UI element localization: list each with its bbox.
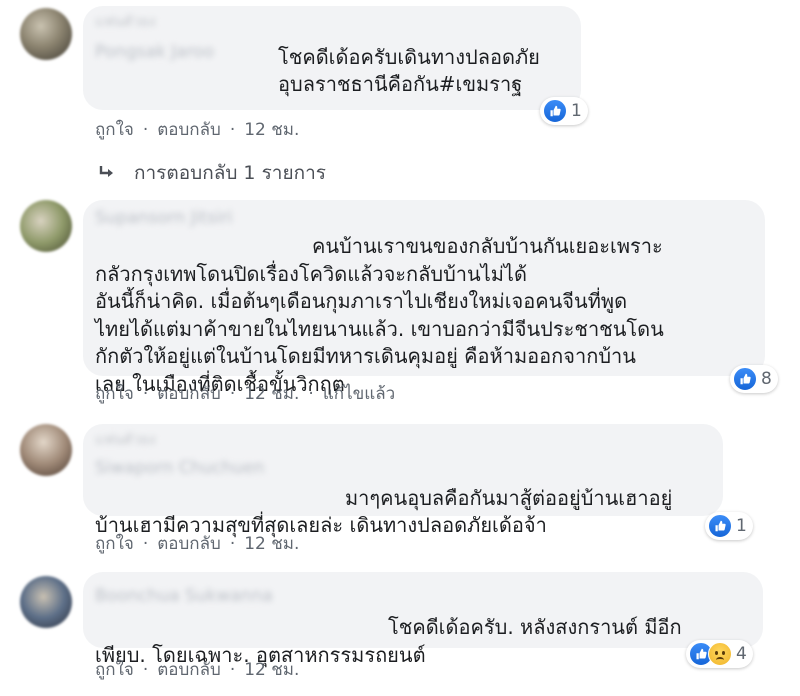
author-badge: แฟนตัวยง xyxy=(95,432,156,448)
timestamp[interactable]: 12 ชม. xyxy=(244,530,299,557)
like-link[interactable]: ถูกใจ xyxy=(95,530,134,557)
like-icon xyxy=(733,367,757,391)
avatar[interactable] xyxy=(20,576,72,628)
like-icon xyxy=(708,514,732,538)
timestamp[interactable]: 12 ชม. xyxy=(244,656,299,683)
reply-link[interactable]: ตอบกลับ xyxy=(157,530,221,557)
avatar[interactable] xyxy=(20,8,72,60)
avatar[interactable] xyxy=(20,424,72,476)
edited-label[interactable]: แก้ไขแล้ว xyxy=(323,380,395,407)
author-name[interactable]: Pongsak Jaroo xyxy=(95,42,214,62)
view-replies-label[interactable]: การตอบกลับ 1 รายการ xyxy=(134,158,326,188)
comment-bubble: Supansorn Jitsiri คนบ้านเราขนของกลับบ้าน… xyxy=(83,200,765,396)
reply-link[interactable]: ตอบกลับ xyxy=(157,656,221,683)
comment-text: โชคดีเด้อครับเดินทางปลอดภัย อุบลราชธานีค… xyxy=(278,45,540,96)
like-link[interactable]: ถูกใจ xyxy=(95,116,134,143)
comment-text-body: คนบ้านเราขนของกลับบ้านกันเยอะเพราะ กลัวก… xyxy=(95,234,664,396)
reaction-summary[interactable]: 1 xyxy=(705,512,753,540)
comment-bubble: แฟนตัวยง Pongsak Jaroo โชคดีเด้อครับเดิน… xyxy=(83,6,581,110)
comment-actions: ถูกใจ · ตอบกลับ · 12 ชม. xyxy=(95,116,299,143)
comment-bubble: แฟนตัวยง Siwaporn Chuchuen มาๆคนอุบลคือก… xyxy=(83,424,723,537)
comment-actions: ถูกใจ · ตอบกลับ · 12 ชม. xyxy=(95,530,299,557)
reaction-summary[interactable]: 1 xyxy=(540,97,588,125)
reply-link[interactable]: ตอบกลับ xyxy=(157,380,221,407)
reply-arrow-icon xyxy=(99,166,113,177)
reaction-count: 1 xyxy=(571,101,582,121)
like-icon xyxy=(543,99,567,123)
reaction-summary[interactable]: 8 xyxy=(730,365,778,393)
like-link[interactable]: ถูกใจ xyxy=(95,380,134,407)
sad-icon xyxy=(708,642,732,666)
view-replies[interactable]: การตอบกลับ 1 รายการ xyxy=(98,158,326,188)
reaction-count: 4 xyxy=(736,644,747,664)
reaction-count: 8 xyxy=(761,369,772,389)
reaction-count: 1 xyxy=(736,516,747,536)
comment-bubble: Boonchua Sukwanna โชคดีเด้อครับ. หลังสงก… xyxy=(83,572,763,667)
author-badge: แฟนตัวยง xyxy=(95,14,156,30)
timestamp[interactable]: 12 ชม. xyxy=(244,380,299,407)
like-link[interactable]: ถูกใจ xyxy=(95,656,134,683)
reply-link[interactable]: ตอบกลับ xyxy=(157,116,221,143)
comment-actions: ถูกใจ · ตอบกลับ · 12 ชม. · แก้ไขแล้ว xyxy=(95,380,395,407)
reaction-summary[interactable]: 4 xyxy=(686,640,753,668)
avatar[interactable] xyxy=(20,200,72,252)
timestamp[interactable]: 12 ชม. xyxy=(244,116,299,143)
comment-actions: ถูกใจ · ตอบกลับ · 12 ชม. xyxy=(95,656,299,683)
